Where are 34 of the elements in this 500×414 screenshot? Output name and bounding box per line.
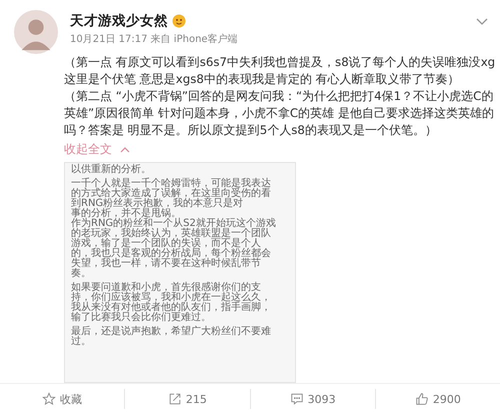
star-icon [42,392,56,406]
document-line: 持，你们应该被骂，我和小虎在一起这么久， [71,293,271,303]
document-line: 游戏，输了是一个团队的失误，而不是个人 [71,239,261,249]
document-line: 到RNG粉丝表示抱歉，我的本意只是对 [71,199,244,209]
emoji-icon [172,14,186,28]
action-button[interactable]: 3093 [250,389,375,409]
document-line: 以供重新的分析。 [71,165,151,175]
document-line: 我从来没有对他或者他的队友们，指手画脚， [71,303,271,313]
action-button[interactable]: 收藏 [0,389,124,409]
post-paragraph: （第二点 “小虎不背锅”回答的是网友问我：“为什么把把打4保1？不让小虎选C的英雄”原因很简单 针对问题本身，小虎不拿C的英雄 是他自己要求选择这类英雄的吗？答案是 明显不是。所以原文提到5个人s8的表现又是一个伏笔。） [64,88,495,139]
thumbs-up-icon [414,392,429,406]
document-line: 过。 [71,337,91,347]
action-button[interactable]: 2900 [374,389,500,409]
author-name[interactable]: 天才游戏少女然 [70,12,168,30]
collapse-link[interactable]: 收起全文 [64,141,130,158]
document-line: 的方式给大家造成了误解，在这里向受伤的看 [71,189,271,199]
document-line: 事的分析，并不是甩锅。 [71,209,181,219]
comment-icon [290,392,304,406]
post-meta: 10月21日 17:17 来自 iPhone客户端 [70,32,239,46]
document-line: 最后，还是说声抱歉，希望广大粉丝们不要难 [71,327,271,337]
action-button[interactable]: 215 [124,389,250,409]
document-line: 输了比赛我只会比你们更难过。 [71,313,211,323]
document-line: 奏。 [71,269,91,279]
document-image[interactable] [64,162,296,383]
post-paragraph: （第一点 有原文可以看到s6s7中失利我也曾提及，s8说了每个人的失误唯独没xg这里是个伏笔 意思是xgs8中的表现我是肯定的 有心人断章取义带了节奏） [64,54,496,88]
document-line: 一千个人就是一千个哈姆雷特，可能是我表达 [71,179,271,189]
caret-up-icon [120,146,130,152]
share-icon [168,392,182,406]
document-line: 的，我也只是客观的分析战局，每个粉丝都会 [71,249,271,259]
document-line: 如果要问道歉和小虎，首先很感谢你们的支 [71,283,261,293]
document-line: 的老玩家，我始终认为，英雄联盟是一个团队 [71,229,271,239]
document-line: 作为RNG的粉丝和一个从S2就开始玩这个游戏 [71,219,276,229]
document-line: 失望，我也一样，请不要在这种时候乱带节 [71,259,261,269]
chevron-down-icon[interactable] [476,18,488,26]
